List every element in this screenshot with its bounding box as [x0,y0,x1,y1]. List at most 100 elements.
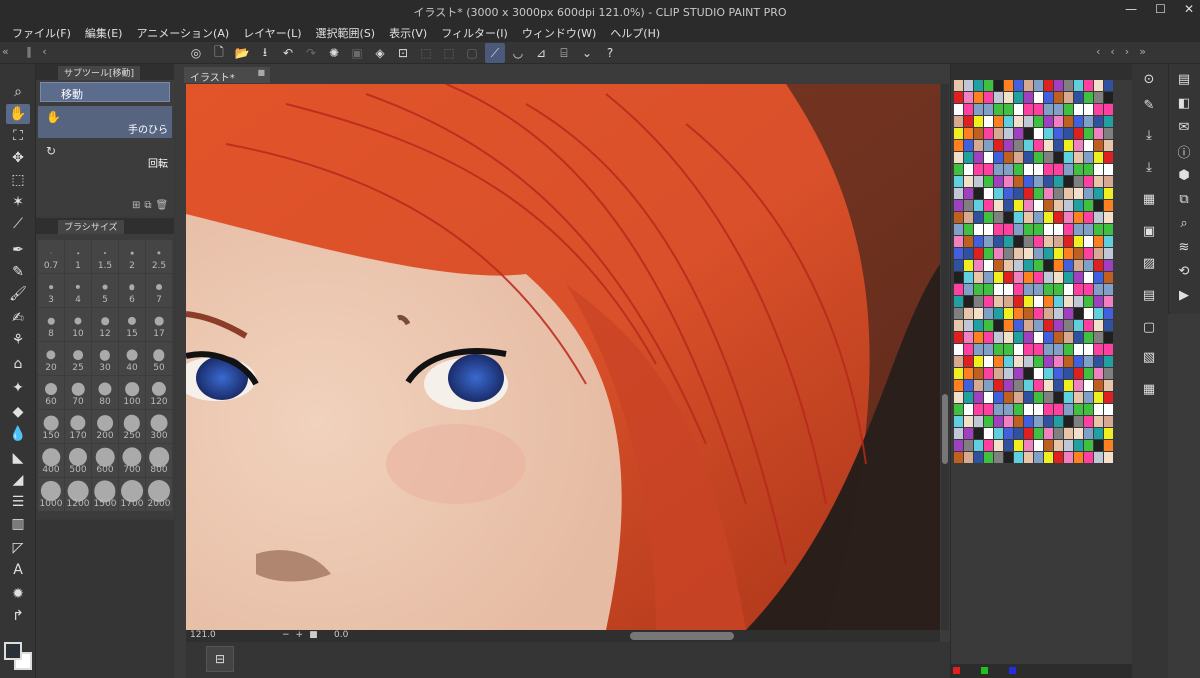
color-swatch[interactable] [964,344,973,355]
color-swatch[interactable] [1074,308,1083,319]
sparkle-icon[interactable]: ✦ [6,378,30,398]
color-swatch[interactable] [994,176,1003,187]
stamp-icon[interactable]: ⌂ [6,354,30,374]
color-swatch[interactable] [974,116,983,127]
color-swatch[interactable] [1044,284,1053,295]
brush-size-cell[interactable]: 300 [146,410,172,443]
color-swatch[interactable] [1034,392,1043,403]
color-swatch[interactable] [1024,440,1033,451]
color-swatch[interactable] [1074,296,1083,307]
color-swatch[interactable] [964,428,973,439]
color-swatch[interactable] [1034,128,1043,139]
menu-window[interactable]: ウィンドウ(W) [516,22,604,42]
search-icon[interactable]: ⌕ [1173,212,1195,234]
blue-swatch[interactable] [1009,667,1016,674]
color-swatch[interactable] [954,188,963,199]
color-swatch[interactable] [954,200,963,211]
color-swatch[interactable] [1004,128,1013,139]
color-swatch[interactable] [954,152,963,163]
color-swatch[interactable] [1094,128,1103,139]
color-swatch[interactable] [1074,104,1083,115]
color-swatch[interactable] [1084,152,1093,163]
history-icon[interactable]: ⟲ [1173,260,1195,282]
drawing-canvas[interactable] [186,84,940,630]
color-swatch[interactable] [974,416,983,427]
color-swatch[interactable] [974,404,983,415]
brush-size-cell[interactable]: 50 [146,342,172,375]
clear-outside-icon[interactable]: ▣ [347,43,367,63]
color-swatch[interactable] [1044,128,1053,139]
color-swatch[interactable] [1034,140,1043,151]
color-swatch[interactable] [974,80,983,91]
color-swatch[interactable] [1014,332,1023,343]
color-swatch[interactable] [1064,368,1073,379]
color-swatch[interactable] [954,140,963,151]
color-swatch[interactable] [1004,116,1013,127]
color-swatch[interactable] [1064,152,1073,163]
color-swatch[interactable] [1054,140,1063,151]
color-swatch[interactable] [1094,176,1103,187]
clear-icon[interactable]: ✺ [324,43,344,63]
color-swatch[interactable] [1084,272,1093,283]
color-swatch[interactable] [1104,164,1113,175]
rotation-value[interactable]: 0.0 [334,630,348,640]
color-swatch[interactable] [1024,392,1033,403]
color-swatch[interactable] [1104,440,1113,451]
color-swatch[interactable] [954,320,963,331]
brush-size-cell[interactable]: 400 [38,444,64,477]
color-swatch[interactable] [1074,224,1083,235]
material-2-icon[interactable]: ⤓ [1138,156,1160,178]
brush-size-cell[interactable]: 6 [119,274,145,307]
color-swatch[interactable] [1014,248,1023,259]
color-swatch[interactable] [1034,356,1043,367]
color-swatch[interactable] [954,116,963,127]
color-swatch[interactable] [1074,356,1083,367]
color-swatch[interactable] [954,164,963,175]
layer-property-icon[interactable]: ▤ [1173,68,1195,90]
color-swatch[interactable] [1044,236,1053,247]
brush-size-cell[interactable]: 1700 [119,478,145,511]
color-swatch[interactable] [1024,104,1033,115]
color-swatch[interactable] [1004,152,1013,163]
color-swatch[interactable] [964,296,973,307]
color-swatch[interactable] [994,212,1003,223]
move-layer-icon[interactable]: ✥ [6,148,30,168]
color-swatch[interactable] [954,128,963,139]
color-swatch[interactable] [1034,416,1043,427]
color-swatch[interactable] [1094,284,1103,295]
color-swatch[interactable] [1044,164,1053,175]
color-swatch[interactable] [1034,248,1043,259]
color-swatch[interactable] [1094,200,1103,211]
color-swatch[interactable] [1074,152,1083,163]
color-swatch[interactable] [984,308,993,319]
color-swatch[interactable] [1104,200,1113,211]
color-swatch[interactable] [954,248,963,259]
color-swatch[interactable] [1084,308,1093,319]
color-swatch[interactable] [984,188,993,199]
auto-select-icon[interactable]: ✶ [6,192,30,212]
color-swatch[interactable] [1044,380,1053,391]
deselect-icon[interactable]: ⬚ [416,43,436,63]
color-swatch[interactable] [1064,320,1073,331]
color-swatch[interactable] [1034,296,1043,307]
color-swatch[interactable] [1004,404,1013,415]
color-swatch[interactable] [1004,176,1013,187]
color-swatch[interactable] [1044,344,1053,355]
color-swatch[interactable] [1064,416,1073,427]
color-swatch[interactable] [1094,140,1103,151]
color-swatch[interactable] [1024,164,1033,175]
color-swatch[interactable] [994,440,1003,451]
color-swatch[interactable] [1044,332,1053,343]
color-swatch[interactable] [994,104,1003,115]
color-swatch[interactable] [1084,416,1093,427]
color-swatch[interactable] [1074,452,1083,463]
main-color-swatch[interactable] [4,642,22,660]
color-swatch[interactable] [1064,140,1073,151]
color-swatch[interactable] [1104,272,1113,283]
color-swatch[interactable] [1044,404,1053,415]
color-swatch[interactable] [1004,344,1013,355]
color-swatch[interactable] [1084,296,1093,307]
color-swatch[interactable] [964,140,973,151]
right-panel-arrows[interactable]: ‹‹›» [1096,45,1156,58]
color-swatch[interactable] [1054,356,1063,367]
